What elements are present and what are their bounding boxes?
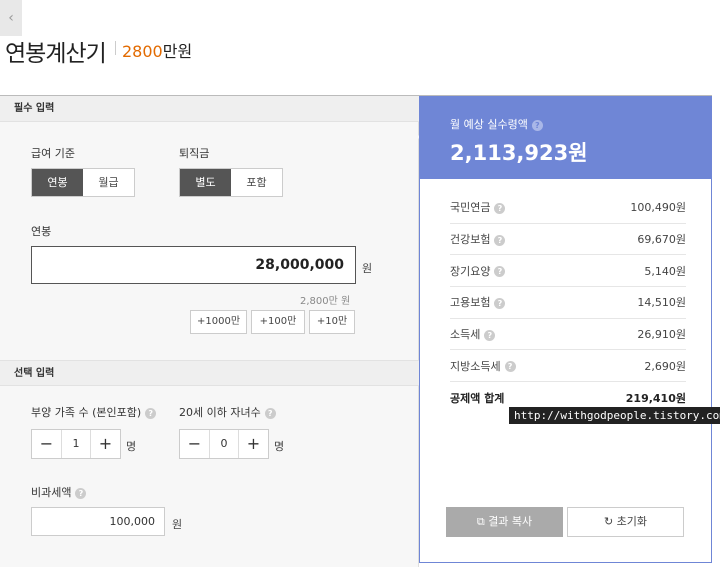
help-icon[interactable]: ? xyxy=(494,202,506,214)
copy-icon: ⧉ xyxy=(476,515,485,528)
deduction-list: 국민연금? 100,490원 건강보험? 69,670원 장기요양? 5,140… xyxy=(450,192,686,414)
deduction-name: 지방소득세 xyxy=(450,359,501,373)
deduction-row: 지방소득세? 2,690원 xyxy=(450,350,686,383)
deduction-total-value: 219,410원 xyxy=(625,391,686,405)
deduction-name: 소득세 xyxy=(450,328,481,342)
salary-hint: 2,800만 원 xyxy=(300,296,351,307)
children-label-wrap: 20세 이하 자녀수? xyxy=(179,404,276,420)
add-100man-button[interactable]: +100만 xyxy=(251,310,305,334)
pay-basis-monthly-option[interactable]: 월급 xyxy=(83,169,134,196)
title-divider xyxy=(115,41,116,55)
deduction-row: 고용보험? 14,510원 xyxy=(450,287,686,319)
salary-label: 연봉 xyxy=(31,225,52,238)
dependents-value[interactable]: 1 xyxy=(61,430,91,458)
deduction-value: 14,510원 xyxy=(637,296,686,310)
watermark-url: http://withgodpeople.tistory.com xyxy=(509,407,720,424)
nontax-label-wrap: 비과세액? xyxy=(31,484,87,500)
required-section-title: 필수 입력 xyxy=(0,96,419,122)
help-icon[interactable]: ? xyxy=(494,234,506,246)
pay-basis-toggle: 연봉 월급 xyxy=(31,168,135,197)
reset-button[interactable]: ↻ 초기화 xyxy=(567,507,684,537)
children-unit: 명 xyxy=(274,440,285,453)
salary-calculator-page: ‹ 연봉계산기 2800만원 필수 입력 급여 기준 연봉 월급 퇴직금 별도 … xyxy=(0,0,720,567)
deduction-value: 2,690원 xyxy=(644,359,686,373)
reset-label: 초기화 xyxy=(616,515,648,528)
minus-icon[interactable]: − xyxy=(180,430,209,458)
dependents-unit: 명 xyxy=(126,440,137,453)
nontax-label: 비과세액 xyxy=(31,486,72,499)
salary-input[interactable]: 28,000,000 xyxy=(31,246,356,284)
dependents-label-wrap: 부양 가족 수 (본인포함)? xyxy=(31,404,157,420)
deduction-name: 국민연금 xyxy=(450,201,491,215)
result-header: 월 예상 실수령액? 2,113,923원 xyxy=(420,96,711,179)
result-panel: 월 예상 실수령액? 2,113,923원 국민연금? 100,490원 건강보… xyxy=(419,96,712,563)
help-icon[interactable]: ? xyxy=(531,119,543,131)
children-value[interactable]: 0 xyxy=(209,430,239,458)
deduction-name: 고용보험 xyxy=(450,296,491,310)
deduction-row: 소득세? 26,910원 xyxy=(450,319,686,351)
input-panel: 필수 입력 급여 기준 연봉 월급 퇴직금 별도 포함 연봉 28,000,00… xyxy=(0,96,419,567)
deduction-name: 건강보험 xyxy=(450,233,491,247)
help-icon[interactable]: ? xyxy=(504,361,516,373)
plus-icon[interactable]: + xyxy=(239,430,268,458)
severance-toggle: 별도 포함 xyxy=(179,168,283,197)
summary-amount: 2800 xyxy=(122,42,163,61)
summary-unit: 만원 xyxy=(162,42,193,61)
page-title: 연봉계산기 xyxy=(5,41,107,67)
pay-basis-annual-option[interactable]: 연봉 xyxy=(32,169,83,196)
help-icon[interactable]: ? xyxy=(75,487,87,499)
deduction-value: 69,670원 xyxy=(637,233,686,247)
children-label: 20세 이하 자녀수 xyxy=(179,406,261,419)
salary-unit: 원 xyxy=(362,262,373,275)
children-stepper: − 0 + xyxy=(179,429,269,459)
net-pay-label-wrap: 월 예상 실수령액? xyxy=(450,116,543,132)
nontax-input[interactable]: 100,000 xyxy=(31,507,165,536)
pay-basis-label: 급여 기준 xyxy=(31,147,75,160)
deduction-value: 100,490원 xyxy=(630,201,686,215)
help-icon[interactable]: ? xyxy=(494,297,506,309)
deduction-value: 26,910원 xyxy=(637,328,686,342)
severance-included-option[interactable]: 포함 xyxy=(231,169,282,196)
severance-label: 퇴직금 xyxy=(179,147,210,160)
help-icon[interactable]: ? xyxy=(264,407,276,419)
optional-section-title: 선택 입력 xyxy=(0,360,419,386)
help-icon[interactable]: ? xyxy=(484,329,496,341)
reset-icon: ↻ xyxy=(603,515,614,528)
deduction-total-name: 공제액 합계 xyxy=(450,391,505,405)
help-icon[interactable]: ? xyxy=(145,407,157,419)
deduction-row: 국민연금? 100,490원 xyxy=(450,192,686,224)
deduction-row: 장기요양? 5,140원 xyxy=(450,255,686,288)
severance-separate-option[interactable]: 별도 xyxy=(180,169,231,196)
add-10man-button[interactable]: +10만 xyxy=(309,310,355,334)
net-pay-amount: 2,113,923원 xyxy=(450,141,588,165)
add-1000man-button[interactable]: +1000만 xyxy=(190,310,247,334)
nontax-unit: 원 xyxy=(172,518,183,531)
copy-result-label: 결과 복사 xyxy=(488,515,533,528)
dependents-label: 부양 가족 수 (본인포함) xyxy=(31,406,142,419)
back-arrow-icon[interactable]: ‹ xyxy=(0,0,22,36)
deduction-value: 5,140원 xyxy=(644,264,686,278)
minus-icon[interactable]: − xyxy=(32,430,61,458)
title-summary: 2800만원 xyxy=(122,38,192,62)
net-pay-label: 월 예상 실수령액 xyxy=(450,118,528,131)
plus-icon[interactable]: + xyxy=(91,430,120,458)
deduction-row: 건강보험? 69,670원 xyxy=(450,224,686,256)
deduction-name: 장기요양 xyxy=(450,264,491,278)
help-icon[interactable]: ? xyxy=(494,266,506,278)
copy-result-button[interactable]: ⧉ 결과 복사 xyxy=(446,507,563,537)
dependents-stepper: − 1 + xyxy=(31,429,121,459)
